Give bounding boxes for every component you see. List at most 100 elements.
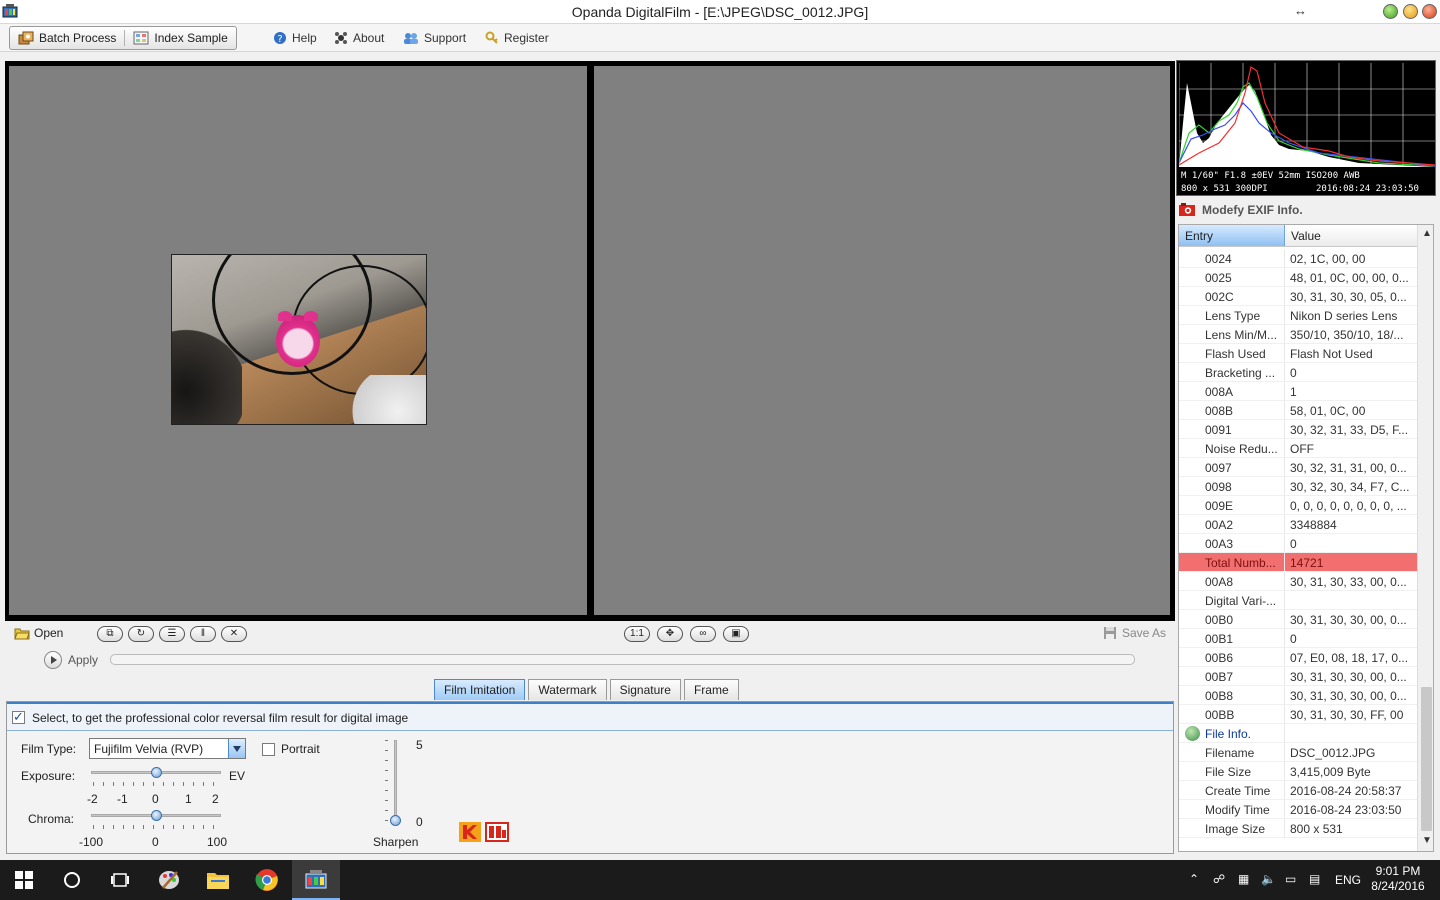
exif-row[interactable]: 0024 02, 1C, 00, 00 xyxy=(1179,249,1417,268)
exif-row[interactable]: 00B6 07, E0, 08, 18, 17, 0... xyxy=(1179,648,1417,667)
open-button[interactable]: Open xyxy=(14,626,63,640)
taskbar-paint-app[interactable] xyxy=(145,860,193,900)
exif-row[interactable]: Filename DSC_0012.JPG xyxy=(1179,743,1417,762)
help-button[interactable]: ? Help xyxy=(273,31,317,45)
tab-watermark[interactable]: Watermark xyxy=(528,679,607,700)
exif-entry: 009E xyxy=(1179,496,1285,514)
exif-row[interactable]: Image Size 800 x 531 xyxy=(1179,819,1417,838)
fit-window-button[interactable]: ▣ xyxy=(723,626,749,642)
exif-row[interactable]: Lens Type Nikon D series Lens xyxy=(1179,306,1417,325)
film-imitation-panel: Select, to get the professional color re… xyxy=(6,701,1174,854)
tray-network-icon[interactable]: ☍ xyxy=(1213,872,1225,886)
pan-button[interactable]: ✥ xyxy=(657,626,683,642)
scrollbar-thumb[interactable] xyxy=(1421,687,1432,831)
file-info-section[interactable]: File Info. xyxy=(1179,724,1417,743)
exif-value: 07, E0, 08, 18, 17, 0... xyxy=(1290,651,1409,665)
about-button[interactable]: About xyxy=(334,31,384,45)
histogram-size-info: 800 x 531 300DPI 2016:08:24 23:03:50 xyxy=(1181,184,1419,194)
compare-button[interactable]: ∞ xyxy=(690,626,716,642)
exif-row[interactable]: Digital Vari-... xyxy=(1179,591,1417,610)
save-as-button[interactable]: Save As xyxy=(1103,626,1166,640)
chroma-slider-thumb[interactable] xyxy=(151,810,162,821)
fit-window-icon: ▣ xyxy=(731,628,741,639)
rotate-button[interactable]: ↻ xyxy=(128,626,154,642)
register-button[interactable]: Register xyxy=(485,31,549,45)
exif-row[interactable]: Flash Used Flash Not Used xyxy=(1179,344,1417,363)
entry-column-header[interactable]: Entry xyxy=(1179,225,1285,246)
exif-row[interactable]: 00A2 3348884 xyxy=(1179,515,1417,534)
exif-row[interactable]: 00B0 30, 31, 30, 30, 00, 0... xyxy=(1179,610,1417,629)
task-view-button[interactable] xyxy=(96,860,144,900)
start-button[interactable] xyxy=(0,860,48,900)
exif-row[interactable]: 008B 58, 01, 0C, 00 xyxy=(1179,401,1417,420)
tab-film-imitation[interactable]: Film Imitation xyxy=(434,679,526,700)
kodak-icon[interactable] xyxy=(459,822,481,842)
copy-button[interactable]: ⧉ xyxy=(97,626,123,642)
exif-row[interactable]: 008A 1 xyxy=(1179,382,1417,401)
exif-row[interactable]: 002C 30, 31, 30, 30, 05, 0... xyxy=(1179,287,1417,306)
tab-frame[interactable]: Frame xyxy=(683,679,739,700)
exif-row[interactable]: 0097 30, 32, 31, 31, 00, 0... xyxy=(1179,458,1417,477)
exif-row[interactable]: 00A8 30, 31, 30, 33, 00, 0... xyxy=(1179,572,1417,591)
index-sample-button[interactable]: Index Sample xyxy=(125,27,235,49)
exif-row[interactable]: 0091 30, 32, 31, 33, D5, F... xyxy=(1179,420,1417,439)
tray-volume-icon[interactable]: 🔈 xyxy=(1261,872,1276,886)
sharpen-slider-thumb[interactable] xyxy=(390,815,401,826)
scroll-down-icon[interactable]: ▼ xyxy=(1422,835,1432,846)
resize-arrows-icon[interactable]: ↔ xyxy=(1294,3,1307,18)
tray-chevron-up-icon[interactable]: ⌃ xyxy=(1189,872,1199,886)
exif-value: 02, 1C, 00, 00 xyxy=(1290,252,1366,266)
chevron-down-icon[interactable] xyxy=(228,739,245,758)
exif-row[interactable]: Modify Time 2016-08-24 23:03:50 xyxy=(1179,800,1417,819)
exif-row[interactable]: 00BB 30, 31, 30, 30, FF, 00 xyxy=(1179,705,1417,724)
exif-row[interactable]: Bracketing ... 0 xyxy=(1179,363,1417,382)
exif-row[interactable]: Create Time 2016-08-24 20:58:37 xyxy=(1179,781,1417,800)
exif-row[interactable]: 0098 30, 32, 30, 34, F7, C... xyxy=(1179,477,1417,496)
result-image-panel[interactable] xyxy=(594,66,1170,615)
exif-row[interactable]: 009E 0, 0, 0, 0, 0, 0, 0, 0, ... xyxy=(1179,496,1417,515)
exif-row[interactable]: 00B8 30, 31, 30, 30, 00, 0... xyxy=(1179,686,1417,705)
tray-notification-icon[interactable]: ▤ xyxy=(1309,872,1320,886)
scroll-up-icon[interactable]: ▲ xyxy=(1422,228,1432,239)
apply-button[interactable]: Apply xyxy=(44,651,98,669)
tab-signature[interactable]: Signature xyxy=(609,679,681,700)
exif-row[interactable]: 00B7 30, 31, 30, 30, 00, 0... xyxy=(1179,667,1417,686)
minimize-button[interactable] xyxy=(1383,4,1398,19)
sharpen-slider[interactable] xyxy=(394,740,397,824)
search-circle-icon xyxy=(64,872,80,888)
support-button[interactable]: Support xyxy=(403,31,466,45)
film-enable-checkbox[interactable] xyxy=(12,709,25,725)
original-image-panel[interactable] xyxy=(9,66,587,615)
fujifilm-icon[interactable] xyxy=(485,822,509,842)
exif-row[interactable]: File Size 3,415,009 Byte xyxy=(1179,762,1417,781)
delete-button[interactable]: ✕ xyxy=(221,626,247,642)
sharpen-min-label: 0 xyxy=(416,815,423,829)
exif-row[interactable]: 00A3 0 xyxy=(1179,534,1417,553)
exif-row[interactable]: Noise Redu... OFF xyxy=(1179,439,1417,458)
tray-clock[interactable]: 9:01 PM 8/24/2016 xyxy=(1366,864,1430,894)
flip-vertical-button[interactable]: ☰ xyxy=(159,626,185,642)
tray-app-icon[interactable]: ▦ xyxy=(1238,872,1249,886)
taskbar-chrome[interactable] xyxy=(243,860,291,900)
modify-exif-button[interactable]: Modefy EXIF Info. xyxy=(1178,200,1438,220)
exif-scrollbar[interactable]: ▲ ▼ xyxy=(1417,225,1433,851)
portrait-checkbox[interactable] xyxy=(262,743,275,756)
exposure-slider-thumb[interactable] xyxy=(151,767,162,778)
value-column-header[interactable]: Value xyxy=(1285,225,1417,246)
exif-row[interactable]: Lens Min/M... 350/10, 350/10, 18/... xyxy=(1179,325,1417,344)
zoom-actual-button[interactable]: 1:1 xyxy=(624,626,650,642)
exif-value: Flash Not Used xyxy=(1290,347,1373,361)
tray-language[interactable]: ENG xyxy=(1335,873,1361,887)
exif-row[interactable]: 0025 48, 01, 0C, 00, 00, 0... xyxy=(1179,268,1417,287)
taskbar-file-explorer[interactable] xyxy=(194,860,242,900)
exif-row[interactable]: 00B1 0 xyxy=(1179,629,1417,648)
film-type-select[interactable]: Fujifilm Velvia (RVP) xyxy=(89,738,246,759)
flip-horizontal-button[interactable]: ‖ xyxy=(190,626,216,642)
batch-process-button[interactable]: Batch Process xyxy=(10,27,124,49)
maximize-button[interactable] xyxy=(1403,4,1418,19)
exif-row[interactable]: Total Numb... 14721 xyxy=(1179,553,1417,572)
close-button[interactable] xyxy=(1422,4,1437,19)
tray-display-icon[interactable]: ▭ xyxy=(1285,872,1296,886)
search-button[interactable] xyxy=(48,860,96,900)
taskbar-digitalfilm[interactable] xyxy=(292,860,340,900)
